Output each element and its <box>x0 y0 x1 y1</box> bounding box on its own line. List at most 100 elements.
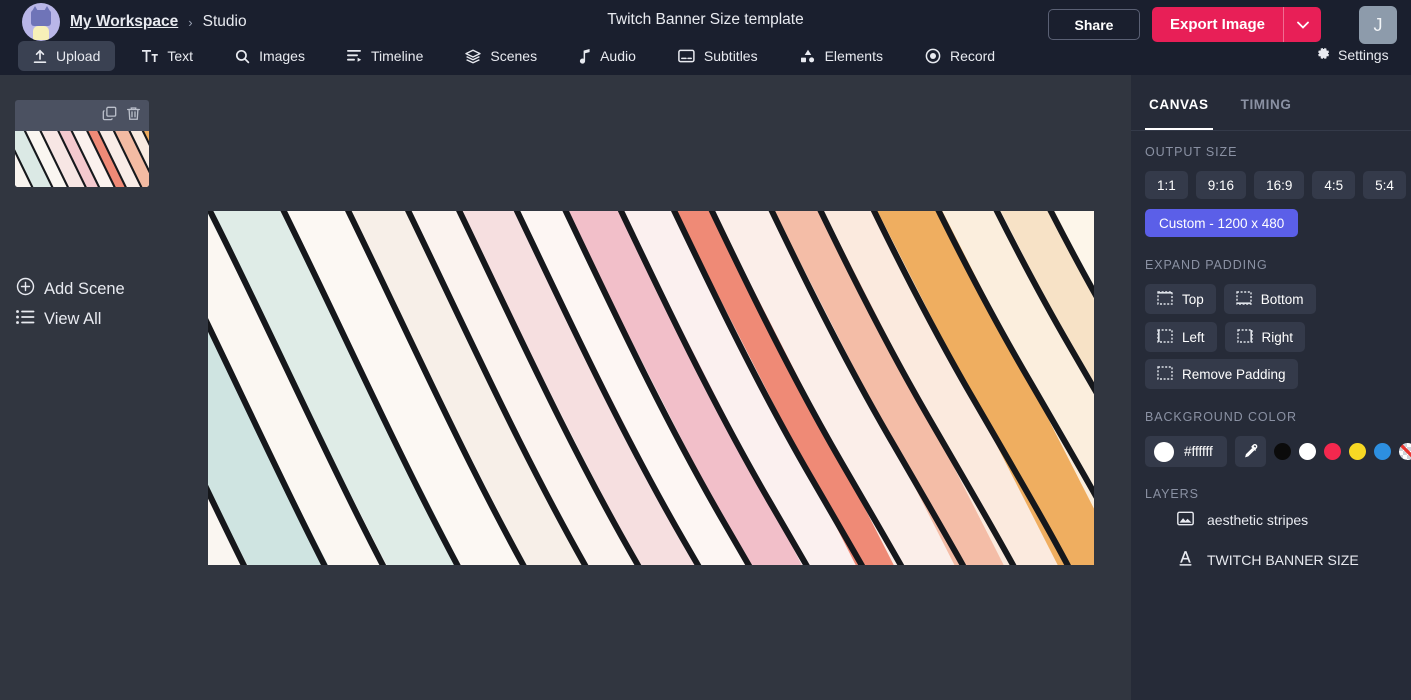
music-note-icon <box>579 49 591 64</box>
tool-tabs: Upload Text Images <box>18 41 1022 71</box>
export-image-button[interactable]: Export Image <box>1152 7 1283 42</box>
ratio-4-5[interactable]: 4:5 <box>1312 171 1355 199</box>
trash-icon[interactable] <box>126 106 141 126</box>
tab-record[interactable]: Record <box>910 41 1010 71</box>
ratio-16-9[interactable]: 16:9 <box>1254 171 1304 199</box>
breadcrumb-separator: › <box>188 15 192 30</box>
eyedropper-icon[interactable] <box>1235 436 1266 467</box>
add-scene-label: Add Scene <box>44 280 125 299</box>
ratio-9-16[interactable]: 9:16 <box>1196 171 1246 199</box>
padding-row-3: Remove Padding <box>1145 359 1298 389</box>
tab-timing[interactable]: TIMING <box>1237 97 1296 130</box>
ratio-1-1[interactable]: 1:1 <box>1145 171 1188 199</box>
tab-subtitles-label: Subtitles <box>704 48 758 64</box>
scene-card-toolbar <box>15 100 149 131</box>
text-layer-icon <box>1177 550 1194 570</box>
export-button-group: Export Image <box>1152 7 1321 42</box>
canvas-artboard[interactable] <box>208 211 1094 565</box>
swatch-yellow[interactable] <box>1349 443 1366 460</box>
output-size-ratios: 1:1 9:16 16:9 4:5 5:4 <box>1145 171 1406 199</box>
cat-avatar-icon <box>22 3 60 41</box>
padding-left-button[interactable]: Left <box>1145 322 1217 352</box>
tab-upload[interactable]: Upload <box>18 41 115 71</box>
padding-right-button[interactable]: Right <box>1225 322 1306 352</box>
tab-canvas[interactable]: CANVAS <box>1145 97 1213 130</box>
padding-left-label: Left <box>1182 330 1205 345</box>
timeline-icon <box>347 49 362 63</box>
user-avatar[interactable]: J <box>1359 6 1397 44</box>
plus-circle-icon <box>16 277 35 301</box>
tab-timeline[interactable]: Timeline <box>332 41 438 71</box>
scene-rail: Add Scene View All <box>0 75 168 700</box>
settings-button[interactable]: Settings <box>1316 46 1389 64</box>
output-size-label: OUTPUT SIZE <box>1145 145 1237 159</box>
view-all-button[interactable]: View All <box>16 309 101 330</box>
breadcrumb-current: Studio <box>203 13 247 31</box>
tab-timeline-label: Timeline <box>371 48 423 64</box>
chevron-down-icon[interactable] <box>1283 7 1321 42</box>
panel-tabs: CANVAS TIMING <box>1131 97 1411 131</box>
padding-top-button[interactable]: Top <box>1145 284 1216 314</box>
record-icon <box>925 48 941 64</box>
swatch-transparent[interactable] <box>1399 443 1411 460</box>
tab-subtitles[interactable]: Subtitles <box>663 41 773 71</box>
ratio-5-4[interactable]: 5:4 <box>1363 171 1406 199</box>
tab-scenes[interactable]: Scenes <box>450 41 552 71</box>
settings-label: Settings <box>1338 47 1389 63</box>
layer-item-image-label: aesthetic stripes <box>1207 512 1308 528</box>
padding-right-icon <box>1237 329 1253 346</box>
custom-size-button[interactable]: Custom - 1200 x 480 <box>1145 209 1298 237</box>
tab-audio-label: Audio <box>600 48 636 64</box>
share-button[interactable]: Share <box>1048 9 1140 40</box>
tab-elements[interactable]: Elements <box>785 41 898 71</box>
expand-padding-label: EXPAND PADDING <box>1145 258 1268 272</box>
layer-item-text[interactable]: TWITCH BANNER SIZE <box>1145 540 1397 580</box>
padding-right-label: Right <box>1262 330 1294 345</box>
tab-images-label: Images <box>259 48 305 64</box>
padding-row-2: Left Right <box>1145 322 1305 352</box>
scene-thumbnail[interactable] <box>15 131 149 187</box>
padding-top-label: Top <box>1182 292 1204 307</box>
subtitles-icon <box>678 49 695 63</box>
upload-icon <box>33 49 47 64</box>
background-color-row: #ffffff <box>1145 436 1411 467</box>
elements-icon <box>800 49 816 63</box>
background-color-label: BACKGROUND COLOR <box>1145 410 1297 424</box>
padding-bottom-button[interactable]: Bottom <box>1224 284 1316 314</box>
background-color-field[interactable]: #ffffff <box>1145 436 1227 467</box>
tab-audio[interactable]: Audio <box>564 41 651 71</box>
breadcrumb-workspace-link[interactable]: My Workspace <box>70 13 178 31</box>
swatch-white[interactable] <box>1299 443 1316 460</box>
image-layer-icon <box>1177 511 1194 529</box>
add-scene-button[interactable]: Add Scene <box>16 277 125 301</box>
padding-row-1: Top Bottom <box>1145 284 1316 314</box>
swatch-red[interactable] <box>1324 443 1341 460</box>
layers-icon <box>465 49 481 64</box>
properties-panel: CANVAS TIMING OUTPUT SIZE 1:1 9:16 16:9 … <box>1131 75 1411 700</box>
list-icon <box>16 309 35 330</box>
swatch-blue[interactable] <box>1374 443 1391 460</box>
padding-bottom-label: Bottom <box>1261 292 1304 307</box>
layer-item-text-label: TWITCH BANNER SIZE <box>1207 552 1359 568</box>
search-icon <box>235 49 250 64</box>
background-color-preview <box>1154 442 1174 462</box>
padding-remove-icon <box>1157 366 1173 383</box>
gear-icon <box>1316 46 1331 64</box>
copy-icon[interactable] <box>102 106 117 126</box>
scene-card[interactable] <box>15 100 149 187</box>
aesthetic-stripes-artwork <box>208 211 1094 565</box>
tab-text-label: Text <box>167 48 193 64</box>
canvas-area <box>168 75 1131 700</box>
tab-images[interactable]: Images <box>220 41 320 71</box>
padding-left-icon <box>1157 329 1173 346</box>
remove-padding-button[interactable]: Remove Padding <box>1145 359 1298 389</box>
background-color-hex: #ffffff <box>1184 444 1213 459</box>
text-icon <box>142 49 158 63</box>
swatch-black[interactable] <box>1274 443 1291 460</box>
padding-bottom-icon <box>1236 291 1252 308</box>
layer-item-image[interactable]: aesthetic stripes <box>1145 500 1397 540</box>
view-all-label: View All <box>44 310 101 329</box>
tab-scenes-label: Scenes <box>490 48 537 64</box>
breadcrumb: My Workspace › Studio <box>22 3 247 41</box>
tab-text[interactable]: Text <box>127 41 208 71</box>
